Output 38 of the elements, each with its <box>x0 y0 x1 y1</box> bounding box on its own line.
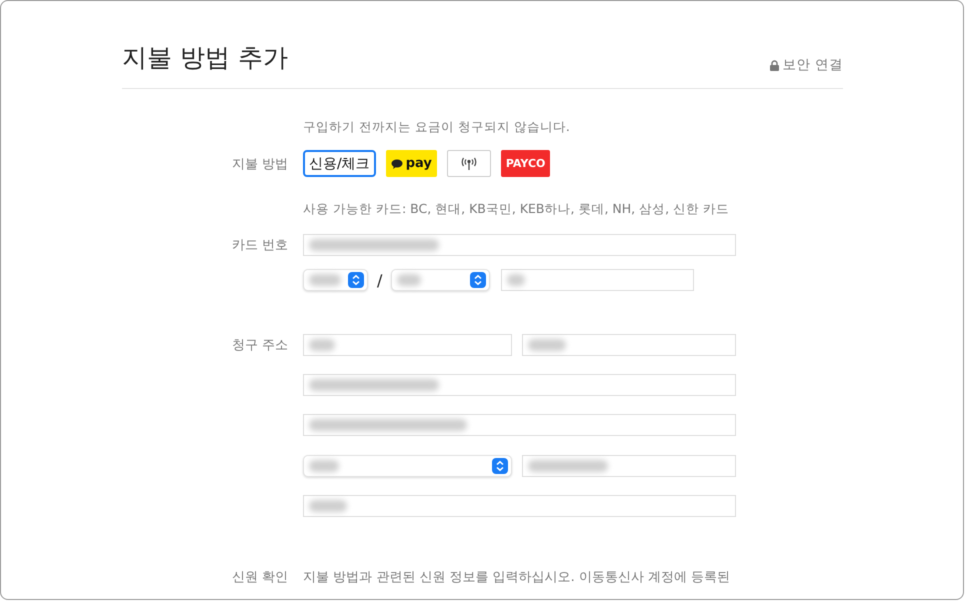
wireless-icon <box>460 156 478 170</box>
identity-description: 지불 방법과 관련된 신원 정보를 입력하십시오. 이동통신사 계정에 등록된 <box>303 569 732 586</box>
stepper-icon <box>492 458 508 474</box>
select-field[interactable] <box>391 269 490 291</box>
secure-connection-label: 보안 연결 <box>782 56 843 74</box>
input-field[interactable] <box>522 455 736 477</box>
field-label: 신원 확인 <box>230 569 288 586</box>
input-field[interactable] <box>303 234 736 256</box>
payment-method-option[interactable]: 신용/체크 <box>303 150 376 177</box>
select-field[interactable] <box>303 455 512 477</box>
blurred-value <box>309 460 339 472</box>
lock-icon <box>770 60 779 70</box>
input-field[interactable] <box>303 334 512 356</box>
separator-text: / <box>377 270 382 290</box>
stepper-icon <box>348 272 364 288</box>
field-label: 청구 주소 <box>230 337 288 354</box>
payment-note: 구입하기 전까지는 요금이 청구되지 않습니다. <box>303 119 571 136</box>
payment-method-option[interactable]: PAYCO <box>500 150 550 177</box>
blurred-value <box>309 500 347 512</box>
input-field[interactable] <box>303 495 736 517</box>
stepper-icon <box>470 272 486 288</box>
input-field[interactable] <box>522 334 736 356</box>
blurred-value <box>528 339 566 351</box>
field-label: 지불 방법 <box>230 156 288 172</box>
blurred-value <box>397 274 422 286</box>
payment-method-option[interactable] <box>446 150 491 177</box>
select-field[interactable] <box>303 269 368 291</box>
speech-bubble-icon <box>390 158 403 168</box>
page-title: 지불 방법 추가 <box>122 42 288 74</box>
input-field[interactable] <box>303 414 736 436</box>
blurred-value <box>507 274 526 286</box>
input-field[interactable] <box>501 269 694 291</box>
blurred-value <box>309 274 341 286</box>
payment-method-option[interactable]: pay <box>386 150 437 177</box>
field-label: 카드 번호 <box>230 237 288 254</box>
available-cards-note: 사용 가능한 카드: BC, 현대, KB국민, KEB하나, 롯데, NH, 삼성, 신한 카드 <box>303 201 730 218</box>
blurred-value <box>309 339 335 351</box>
input-field[interactable] <box>303 374 736 396</box>
